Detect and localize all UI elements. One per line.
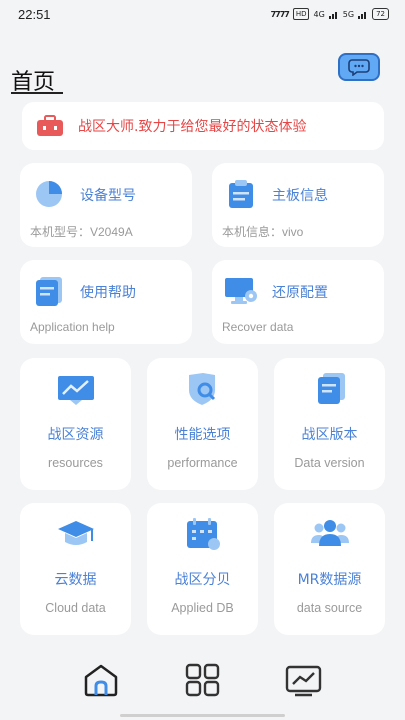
- network-5g: 5G: [342, 9, 355, 19]
- status-indicators: 7777 HD 4G 5G 72: [271, 8, 389, 20]
- board-info-label: 主板信息: [272, 188, 328, 204]
- signal-icon: [328, 11, 337, 19]
- board-info-sub: 本机信息：vivo: [222, 225, 304, 239]
- clipboard-icon: [229, 180, 253, 208]
- applied-db-label: 战区分贝: [174, 572, 231, 588]
- resources-sub: resources: [48, 456, 103, 470]
- nav-home[interactable]: [81, 662, 121, 698]
- document-icon: [36, 277, 62, 306]
- help-sub: Application help: [30, 320, 115, 334]
- trend-chart-icon: [57, 376, 94, 405]
- recover-label: 还原配置: [272, 285, 328, 301]
- cloud-data-label: 云数据: [54, 572, 97, 588]
- nav-stats[interactable]: [284, 662, 324, 698]
- home-icon: [84, 664, 118, 697]
- data-version-label: 战区版本: [301, 427, 358, 443]
- data-source-sub: data source: [296, 601, 363, 615]
- network-4g: 4G: [313, 9, 325, 19]
- data-source-card[interactable]: MR数据源 data source: [274, 503, 385, 635]
- board-info-card[interactable]: 主板信息 本机信息：vivo: [212, 163, 384, 247]
- document-icon: [317, 373, 345, 404]
- device-model-sub: 本机型号：V2049A: [30, 225, 133, 239]
- hd-badge: HD: [292, 8, 310, 20]
- users-icon: [310, 520, 349, 546]
- device-model-card[interactable]: 设备型号 本机型号：V2049A: [20, 163, 192, 247]
- status-time: 22:51: [18, 7, 51, 22]
- monitor-settings-icon: [225, 278, 257, 304]
- banner[interactable]: 战区大师.致力于给您最好的状态体验: [22, 102, 384, 150]
- toolbox-icon: [37, 115, 63, 136]
- data-source-label: MR数据源: [297, 572, 362, 588]
- help-label: 使用帮助: [80, 285, 136, 301]
- performance-card[interactable]: 性能选项 performance: [147, 358, 258, 490]
- applied-db-sub: Applied DB: [171, 601, 234, 615]
- title-underline: [11, 92, 63, 94]
- resources-card[interactable]: 战区资源 resources: [20, 358, 131, 490]
- performance-sub: performance: [167, 456, 238, 470]
- pie-chart-icon: [36, 181, 62, 207]
- graduation-cap-icon: [57, 521, 94, 545]
- banner-text: 战区大师.致力于给您最好的状态体验: [78, 119, 307, 135]
- applied-db-card[interactable]: 战区分贝 Applied DB: [147, 503, 258, 635]
- data-version-card[interactable]: 战区版本 Data version: [274, 358, 385, 490]
- home-indicator[interactable]: [120, 714, 285, 717]
- status-bar: 22:51 7777 HD 4G 5G 72: [0, 0, 405, 30]
- shield-search-icon: [188, 373, 215, 405]
- grid-icon: [185, 663, 220, 697]
- cloud-data-card[interactable]: 云数据 Cloud data: [20, 503, 131, 635]
- calendar-icon: [186, 518, 220, 550]
- battery-icon: 72: [372, 8, 389, 20]
- chat-button[interactable]: [338, 53, 380, 81]
- chat-bubble-icon: [348, 59, 370, 76]
- signal-icon-2: [358, 11, 367, 19]
- help-card[interactable]: 使用帮助 Application help: [20, 260, 192, 344]
- nav-grid[interactable]: [183, 662, 223, 698]
- cloud-data-sub: Cloud data: [45, 601, 106, 615]
- recover-card[interactable]: 还原配置 Recover data: [212, 260, 384, 344]
- recover-sub: Recover data: [222, 320, 294, 334]
- performance-label: 性能选项: [174, 427, 231, 443]
- signal-dots: 7777: [270, 9, 290, 19]
- line-chart-icon: [285, 665, 322, 697]
- bottom-nav: [0, 650, 405, 710]
- data-version-sub: Data version: [294, 456, 365, 470]
- resources-label: 战区资源: [47, 427, 104, 443]
- device-model-label: 设备型号: [80, 188, 136, 204]
